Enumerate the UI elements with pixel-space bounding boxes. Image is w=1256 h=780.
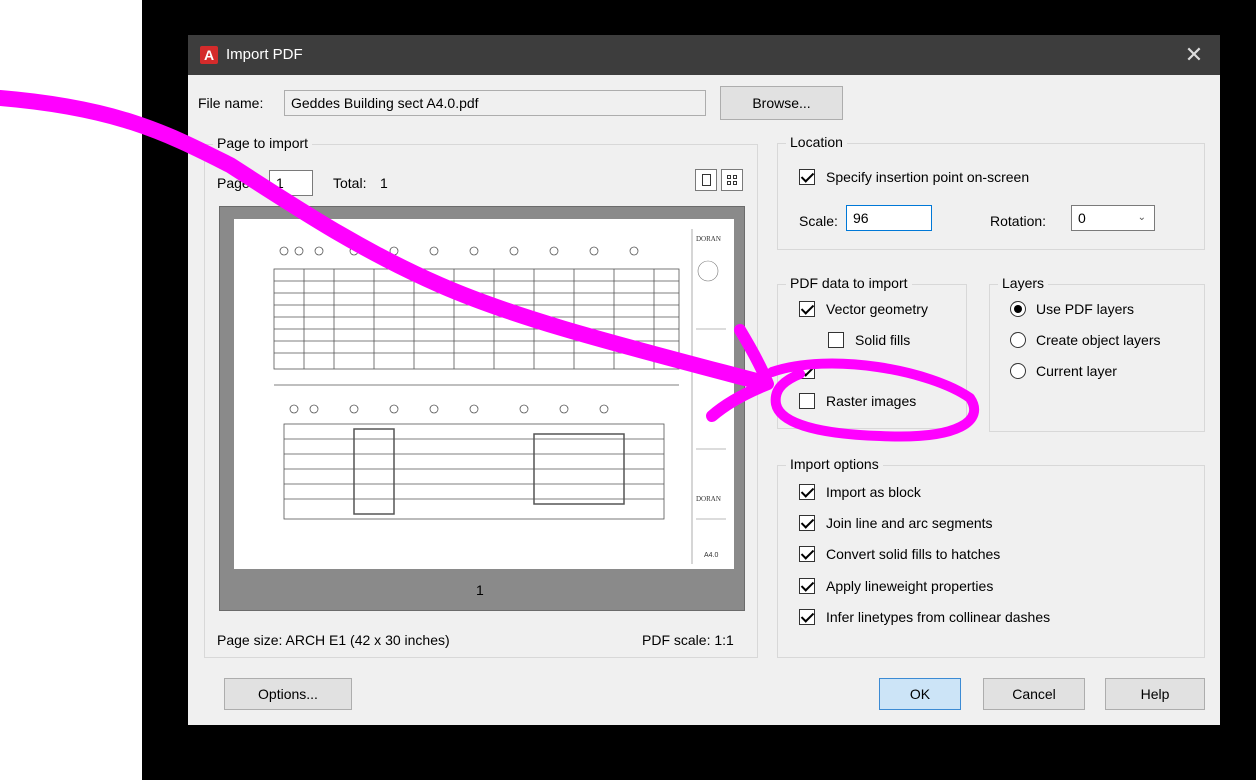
use-pdf-layers-label: Use PDF layers — [1036, 301, 1135, 317]
pdf-page-thumbnail[interactable]: DORAN DORAN A4.0 — [234, 219, 734, 569]
convert-fills-label: Convert solid fills to hatches — [826, 546, 1001, 562]
raster-images-checkbox[interactable] — [799, 393, 815, 409]
current-layer-label: Current layer — [1036, 363, 1117, 379]
apply-lineweight-checkbox[interactable] — [799, 578, 815, 594]
create-object-layers-label: Create object layers — [1036, 332, 1161, 348]
close-icon[interactable]: ✕ — [1182, 41, 1206, 69]
scale-input[interactable]: 96 — [846, 205, 932, 231]
page-size-text: Page size: ARCH E1 (42 x 30 inches) — [217, 632, 450, 648]
autocad-app-icon: A — [200, 46, 218, 64]
rotation-dropdown[interactable]: 0 ⌄ — [1071, 205, 1155, 231]
total-label: Total: — [333, 175, 367, 191]
drawing-preview: DORAN DORAN A4.0 — [273, 229, 726, 564]
scale-label: Scale: — [799, 213, 838, 229]
file-name-label: File name: — [198, 95, 264, 111]
location-group: Location — [777, 134, 1205, 250]
layers-title: Layers — [998, 275, 1049, 291]
title-block-logo-bottom: DORAN — [696, 495, 721, 503]
title-bar[interactable]: A Import PDF ✕ — [188, 35, 1220, 75]
dialog-title: Import PDF — [226, 46, 303, 63]
solid-fills-label: Solid fills — [855, 332, 911, 348]
apply-lineweight-label: Apply lineweight properties — [826, 578, 994, 594]
import-as-block-label: Import as block — [826, 484, 921, 500]
page-label: Page: — [217, 175, 254, 191]
location-title: Location — [786, 134, 847, 150]
ok-button[interactable]: OK — [879, 678, 961, 710]
page-to-import-title: Page to import — [213, 135, 313, 151]
truetype-text-checkbox[interactable] — [799, 363, 815, 379]
thumbnail-grid-view-icon[interactable] — [721, 169, 743, 191]
import-options-title: Import options — [786, 456, 883, 472]
rotation-label: Rotation: — [990, 213, 1047, 229]
specify-insertion-label: Specify insertion point on-screen — [826, 169, 1030, 185]
page-number-input[interactable]: 1 — [269, 170, 313, 196]
pdf-data-title: PDF data to import — [786, 275, 912, 291]
vector-geometry-checkbox[interactable] — [799, 301, 815, 317]
convert-fills-checkbox[interactable] — [799, 546, 815, 562]
sheet-number-stamp: A4.0 — [704, 552, 719, 559]
rotation-value: 0 — [1078, 210, 1086, 226]
solid-fills-checkbox[interactable] — [828, 332, 844, 348]
single-page-view-icon[interactable] — [695, 169, 717, 191]
join-segments-label: Join line and arc segments — [826, 515, 993, 531]
specify-insertion-checkbox[interactable] — [799, 169, 815, 185]
options-button[interactable]: Options... — [224, 678, 352, 710]
help-button[interactable]: Help — [1105, 678, 1205, 710]
use-pdf-layers-radio[interactable] — [1010, 301, 1026, 317]
import-as-block-checkbox[interactable] — [799, 484, 815, 500]
preview-page-number: 1 — [476, 582, 484, 598]
total-value: 1 — [380, 175, 388, 191]
create-object-layers-radio[interactable] — [1010, 332, 1026, 348]
join-segments-checkbox[interactable] — [799, 515, 815, 531]
import-pdf-dialog: A Import PDF ✕ File name: Geddes Buildin… — [188, 35, 1220, 725]
browse-button[interactable]: Browse... — [720, 86, 843, 120]
title-block-logo-top: DORAN — [696, 235, 721, 243]
infer-linetypes-checkbox[interactable] — [799, 609, 815, 625]
file-name-field[interactable]: Geddes Building sect A4.0.pdf — [284, 90, 706, 116]
pdf-scale-text: PDF scale: 1:1 — [642, 632, 734, 648]
cancel-button[interactable]: Cancel — [983, 678, 1085, 710]
current-layer-radio[interactable] — [1010, 363, 1026, 379]
vector-geometry-label: Vector geometry — [826, 301, 928, 317]
raster-images-label: Raster images — [826, 393, 917, 409]
chevron-down-icon: ⌄ — [1137, 212, 1146, 223]
infer-linetypes-label: Infer linetypes from collinear dashes — [826, 609, 1051, 625]
pdf-preview-frame: DORAN DORAN A4.0 1 — [219, 206, 745, 611]
